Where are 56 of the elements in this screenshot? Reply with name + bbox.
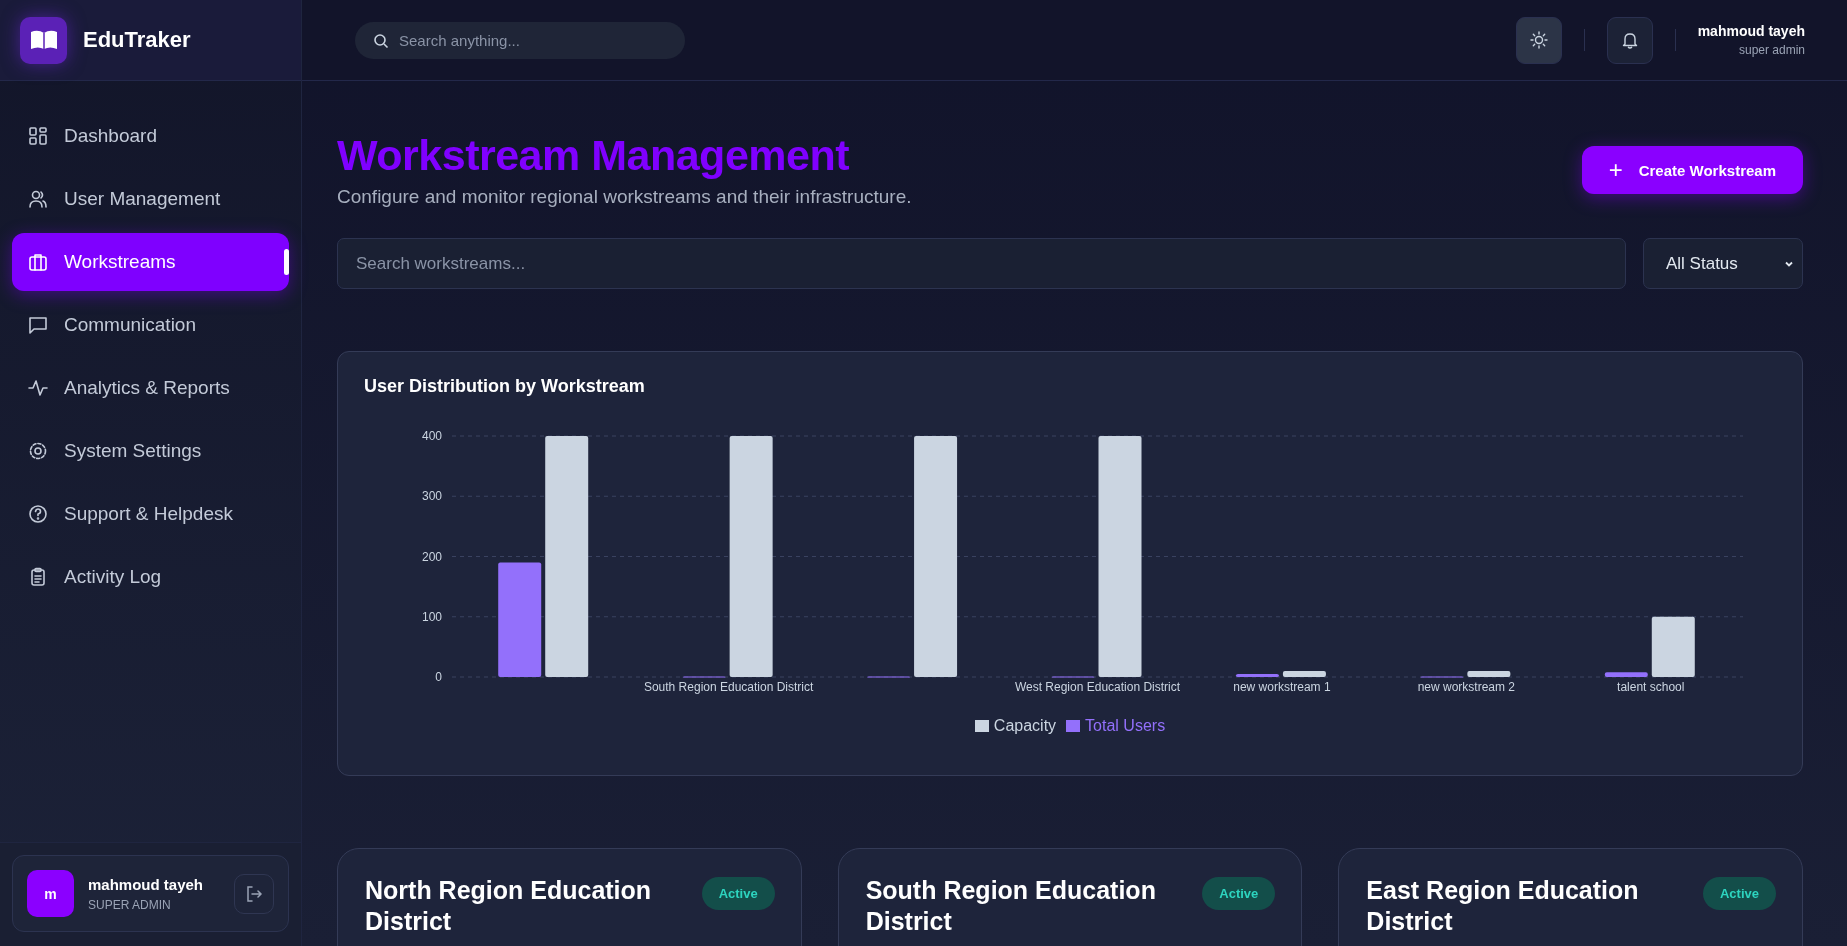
sidebar-item[interactable]: System Settings bbox=[12, 422, 289, 480]
axis-category-label: new workstream 2 bbox=[1417, 680, 1516, 694]
user-name: mahmoud tayeh bbox=[88, 875, 205, 893]
sidebar-item[interactable]: Support & Helpdesk bbox=[12, 485, 289, 543]
status-badge: Active bbox=[1702, 877, 1776, 910]
search-field[interactable]: Search anything... bbox=[355, 21, 685, 59]
search-icon bbox=[373, 32, 389, 49]
legend-label[interactable]: Capacity bbox=[993, 717, 1057, 735]
sidebar-item[interactable]: Activity Log bbox=[12, 548, 289, 606]
logout-button[interactable] bbox=[234, 873, 274, 914]
axis-tick-label: 300 bbox=[421, 489, 442, 504]
sidebar-item[interactable]: User Management bbox=[12, 170, 289, 228]
bell-icon bbox=[1620, 31, 1639, 49]
theme-toggle-button[interactable] bbox=[1515, 16, 1562, 64]
question-icon bbox=[28, 504, 48, 524]
chat-bubble-icon bbox=[28, 315, 48, 335]
clipboard-icon bbox=[28, 567, 48, 587]
sidebar-item[interactable]: Communication bbox=[12, 296, 289, 354]
axis-tick-label: 0 bbox=[435, 670, 442, 684]
sidebar-item[interactable]: Analytics & Reports bbox=[12, 359, 289, 417]
users-icon bbox=[28, 189, 48, 209]
user-role: SUPER ADMIN bbox=[88, 897, 172, 912]
legend-label[interactable]: Total Users bbox=[1085, 717, 1166, 735]
workstream-title: North Region Education District bbox=[365, 875, 653, 938]
search-field[interactable]: Search workstreams... bbox=[337, 238, 1626, 289]
book-logo-icon bbox=[20, 16, 67, 64]
axis-category-label: talent school bbox=[1617, 680, 1685, 694]
page-subtitle: Configure and monitor regional workstreams and their infrastructure. bbox=[337, 186, 912, 208]
active-indicator bbox=[284, 249, 289, 275]
axis-category-label: South Region Education District bbox=[643, 680, 814, 694]
notifications-button[interactable] bbox=[1606, 16, 1653, 64]
status-badge: Active bbox=[701, 877, 775, 910]
sidebar-item[interactable]: Dashboard bbox=[12, 107, 289, 165]
axis-tick-label: 400 bbox=[421, 429, 442, 443]
app-name: EduTraker bbox=[83, 27, 191, 53]
workstream-title: South Region Education District bbox=[865, 875, 1157, 938]
user-name: mahmoud tayeh bbox=[1697, 23, 1805, 39]
status-badge: Active bbox=[1202, 877, 1276, 910]
grid-icon bbox=[28, 126, 48, 146]
avatar: m bbox=[27, 870, 74, 917]
axis-tick-label: 200 bbox=[421, 549, 442, 564]
create-workstream-button[interactable]: + Create Workstream bbox=[1581, 146, 1803, 194]
user-role: super admin bbox=[1738, 43, 1805, 57]
axis-category-label: new workstream 1 bbox=[1233, 680, 1331, 694]
axis-category-label: West Region Education District bbox=[1014, 680, 1181, 694]
briefcase-icon bbox=[28, 252, 48, 272]
sidebar-item[interactable]: Workstreams bbox=[12, 233, 289, 291]
page-title: Workstream Management bbox=[337, 131, 851, 180]
logout-icon bbox=[245, 884, 263, 903]
status-dropdown[interactable]: All Status bbox=[1643, 238, 1803, 289]
gear-icon bbox=[28, 441, 48, 461]
pulse-icon bbox=[28, 378, 48, 398]
chart-title: User Distribution by Workstream bbox=[364, 376, 646, 397]
sun-icon bbox=[1529, 31, 1548, 49]
axis-tick-label: 100 bbox=[421, 609, 442, 624]
workstream-title: East Region Education District bbox=[1366, 875, 1640, 938]
